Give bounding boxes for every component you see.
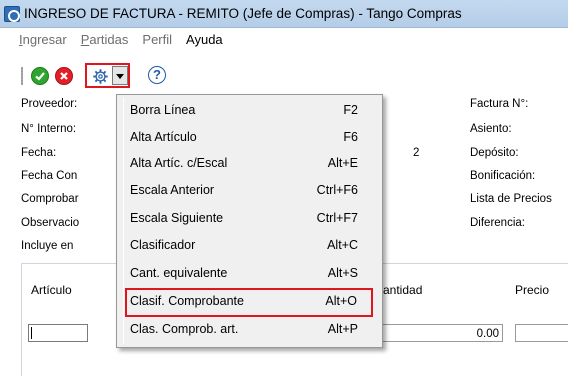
window-title: INGRESO DE FACTURA - REMITO (Jefe de Com… [24, 6, 462, 21]
menu-ingresar[interactable]: Ingresar [19, 32, 67, 47]
label-observaciones: Observacio [21, 217, 80, 229]
label-deposito: Depósito: [470, 147, 519, 159]
menu-item-clas-comprob-art[interactable]: Clas. Comprob. art. Alt+P [117, 317, 382, 344]
close-icon [60, 72, 68, 80]
label-proveedor: Proveedor: [21, 98, 78, 110]
label-asiento: Asiento: [470, 123, 512, 135]
toolbar-grip[interactable] [21, 67, 23, 85]
menu-item-shortcut: Alt+C [327, 238, 358, 252]
grid-header-cantidad: antidad [383, 283, 423, 297]
label-bonificacion: Bonificación: [470, 170, 536, 182]
help-button[interactable]: ? [148, 66, 166, 84]
label-fecha-contable: Fecha Con [21, 170, 78, 182]
menu-item-shortcut: Alt+P [327, 322, 358, 336]
menu-item-shortcut: Ctrl+F6 [316, 183, 358, 197]
menu-item-label: Clasif. Comprobante [130, 294, 244, 308]
cantidad-cell[interactable]: 0.00 [377, 324, 503, 342]
menu-item-label: Alta Artíc. c/Escal [130, 156, 228, 170]
menu-item-alta-artic-escal[interactable]: Alta Artíc. c/Escal Alt+E [117, 151, 382, 178]
menu-item-shortcut: F2 [343, 103, 358, 117]
menu-item-label: Clasificador [130, 238, 196, 252]
title-bar: INGRESO DE FACTURA - REMITO (Jefe de Com… [0, 0, 568, 28]
label-lista-de-precios: Lista de Precios [470, 193, 552, 205]
menu-item-label: Borra Línea [130, 103, 196, 117]
form-mid-value: 2 [413, 147, 420, 159]
menu-item-clasificador[interactable]: Clasificador Alt+C [117, 233, 382, 260]
text-caret [31, 327, 32, 339]
menu-ingresar-label: ngresar [22, 32, 67, 47]
menu-item-cant-equivalente[interactable]: Cant. equivalente Alt+S [117, 261, 382, 288]
label-fecha: Fecha: [21, 147, 57, 159]
menu-partidas-label: artidas [89, 32, 129, 47]
menu-partidas[interactable]: Partidas [81, 32, 129, 47]
menu-item-label: Alta Artículo [130, 130, 197, 144]
app-icon [4, 5, 20, 22]
menu-item-escala-siguiente[interactable]: Escala Siguiente Ctrl+F7 [117, 206, 382, 233]
menu-item-escala-anterior[interactable]: Escala Anterior Ctrl+F6 [117, 178, 382, 205]
chevron-down-icon [116, 74, 124, 79]
gear-icon [93, 69, 108, 84]
menu-item-shortcut: Alt+S [327, 266, 358, 280]
tools-dropdown-arrow[interactable] [112, 66, 128, 85]
menu-item-label: Cant. equivalente [130, 266, 228, 280]
tools-menu-button[interactable] [85, 63, 130, 88]
menu-item-shortcut: Alt+O [325, 294, 357, 308]
grid-header-precio: Precio [515, 283, 550, 297]
label-diferencia: Diferencia: [470, 217, 525, 229]
menu-ayuda[interactable]: Ayuda [186, 32, 223, 47]
menu-perfil[interactable]: Perfil [142, 32, 172, 47]
check-icon [35, 72, 45, 81]
label-comprobante: Comprobar [21, 193, 79, 205]
menu-item-shortcut: Alt+E [327, 156, 358, 170]
menu-bar: Ingresar Partidas Perfil Ayuda [0, 28, 568, 51]
menu-item-label: Clas. Comprob. art. [130, 322, 239, 336]
menu-item-alta-articulo[interactable]: Alta Artículo F6 [117, 125, 382, 152]
confirm-button[interactable] [31, 67, 49, 85]
label-numero-interno: N° Interno: [21, 123, 77, 135]
menu-item-shortcut: F6 [343, 130, 358, 144]
menu-item-label: Escala Siguiente [130, 211, 224, 225]
label-factura-numero: Factura N°: [470, 98, 529, 110]
cancel-button[interactable] [55, 67, 73, 85]
tools-context-menu: Borra Línea F2 Alta Artículo F6 Alta Art… [116, 94, 383, 348]
label-incluye-en: Incluye en [21, 240, 74, 252]
menu-item-borra-linea[interactable]: Borra Línea F2 [117, 98, 382, 125]
menu-item-clasif-comprobante[interactable]: Clasif. Comprobante Alt+O [125, 288, 373, 317]
menu-item-label: Escala Anterior [130, 183, 215, 197]
articulo-input[interactable] [28, 324, 88, 342]
grid-header-articulo: Artículo [31, 283, 72, 297]
precio-cell[interactable] [515, 324, 568, 342]
menu-item-shortcut: Ctrl+F7 [316, 211, 358, 225]
